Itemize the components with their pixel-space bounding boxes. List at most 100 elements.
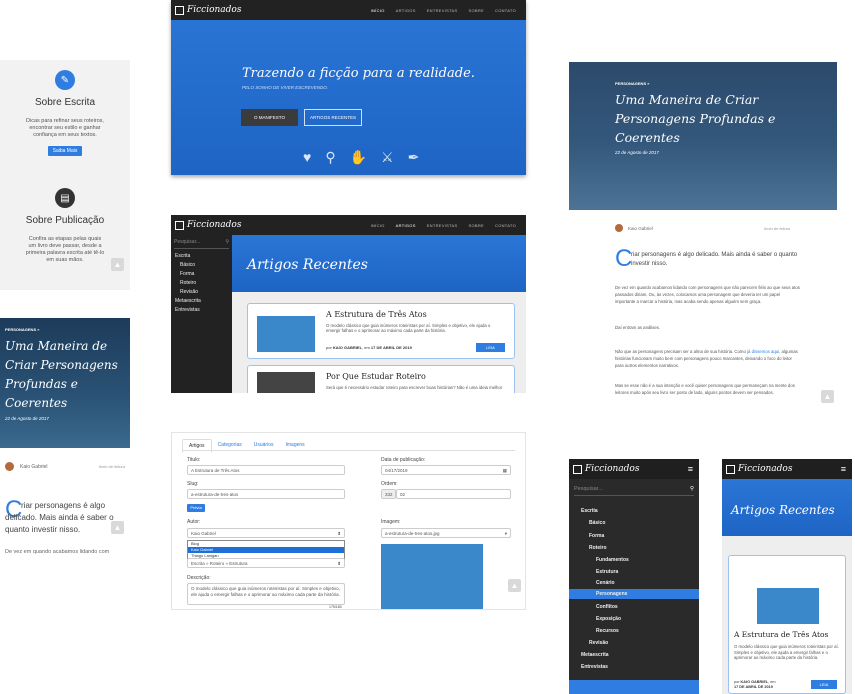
titulo-input[interactable]: A Estrutura de Três Atos [187,465,345,475]
search-input[interactable]: Pesquisar... ⚲ [574,486,694,496]
menu-item-personagens[interactable]: Personagens [596,591,627,597]
article-card[interactable]: A Estrutura de Três Atos O modelo clássi… [728,555,846,694]
autor-select[interactable]: Kaio Gabriel ⬍ [187,528,345,538]
nav-entrevistas[interactable]: ENTREVISTAS [427,8,458,13]
imagem-select[interactable]: a-estrutura-de-tres-atos.jpg ▾ [381,528,511,538]
article-excerpt: Será que é necessário estudar roteiro pa… [326,385,503,390]
sidebar-item-metaescrita[interactable]: Metaescrita [175,298,228,304]
category-sidebar: Pesquisar... ⚲ Escrita Básico Forma Rotei… [171,235,232,393]
brand-name: Ficcionados [585,464,640,474]
sidebar-item-escrita[interactable]: Escrita [175,253,228,259]
nav-artigos[interactable]: ARTIGOS [396,223,416,228]
brand-logo[interactable]: Ficcionados [573,464,639,474]
page-title: Artigos Recentes [247,257,368,273]
autor-label: Autor: [187,519,201,525]
menu-item-recursos[interactable]: Recursos [596,628,619,634]
calendar-icon[interactable]: ▦ [503,468,507,474]
nav-inicio[interactable]: INÍCIO [371,223,385,228]
menu-item-basico[interactable]: Básico [589,520,605,526]
nav-inicio[interactable]: INÍCIO [371,8,385,13]
hamburger-icon[interactable]: ≡ [688,464,693,474]
chevron-down-icon: ⬍ [337,531,341,536]
card-publicacao-title: Sobre Publicação [25,215,105,226]
nav-sobre[interactable]: SOBRE [468,8,484,13]
saiba-mais-button[interactable]: Saiba Mais [47,146,83,156]
card-publicacao: ▤ Sobre Publicação Confira as etapas pel… [0,188,130,264]
quill-icon: ✒ [407,149,420,165]
sidebar-item-roteiro[interactable]: Roteiro [180,280,228,286]
descricao-textarea[interactable]: O modelo clássico que guia inúmeros rote… [187,583,345,605]
menu-item-entrevistas[interactable]: Entrevistas [581,664,608,670]
search-icon[interactable]: ⚲ [690,486,694,495]
article-title[interactable]: A Estrutura de Três Atos [734,630,844,639]
post-category[interactable]: PERSONAGENS » [5,327,39,332]
article-card[interactable]: Por Que Estudar Roteiro Será que é neces… [247,365,515,393]
menu-item-fundamentos[interactable]: Fundamentos [596,557,629,563]
brand-logo[interactable]: Ficcionados [175,220,241,230]
imagem-label: Imagem: [381,519,401,525]
article-meta: por KAIO GABRIEL, em 17 DE ABRIL DE 2019 [326,345,412,350]
menu-item-escrita[interactable]: Escrita [581,508,598,514]
nav-artigos[interactable]: ARTIGOS [396,8,416,13]
post-category[interactable]: PERSONAGENS » [615,81,649,86]
sidebar-item-revisao[interactable]: Revisão [180,289,228,295]
categoria-select[interactable]: Escrita » Roteiro » Estrutura ⬍ [187,558,345,568]
imagem-value: a-estrutura-de-tres-atos.jpg [385,531,440,536]
nav-sobre[interactable]: SOBRE [468,223,484,228]
brand-logo[interactable]: Ficcionados [175,5,241,15]
page-header-band: Artigos Recentes [722,479,852,536]
logo-icon [175,5,184,15]
recent-articles-button[interactable]: ARTIGOS RECENTES [304,109,362,126]
author-name: Kaio Gabriel [628,225,653,231]
sidebar-item-entrevistas[interactable]: Entrevistas [175,307,228,313]
read-button[interactable]: LEIA [811,680,837,689]
article-title[interactable]: A Estrutura de Três Atos [326,310,427,319]
date-input[interactable]: 04/17/2019 ▦ [381,465,511,475]
home-hero-panel: Ficcionados INÍCIO ARTIGOS ENTREVISTAS S… [171,0,526,175]
sidebar-item-basico[interactable]: Básico [180,262,228,268]
top-navbar: Ficcionados INÍCIO ARTIGOS ENTREVISTAS S… [171,0,526,20]
nav-entrevistas[interactable]: ENTREVISTAS [427,223,458,228]
search-icon[interactable]: ⚲ [225,239,229,248]
ordem-input[interactable]: 02 [396,489,511,499]
sword-icon: ⚔ [381,149,394,165]
menu-item-metaescrita[interactable]: Metaescrita [581,652,609,658]
brand-logo[interactable]: Ficcionados [726,464,792,474]
scroll-top-button[interactable]: ▲ [111,258,124,271]
hero-icons: ♥ ⚲ ✋ ⚔ ✒ [303,149,419,166]
manifesto-button[interactable]: O MANIFESTO [241,109,298,126]
article-card[interactable]: A Estrutura de Três Atos O modelo clássi… [247,303,515,359]
search-input[interactable]: Pesquisar... ⚲ [174,239,229,249]
menu-item-exposicao[interactable]: Exposição [596,616,621,622]
menu-item-roteiro[interactable]: Roteiro [589,545,607,551]
nav-contato[interactable]: CONTATO [495,8,516,13]
menu-item-cenario[interactable]: Cenário [596,580,615,586]
menu-item-forma[interactable]: Forma [589,533,604,539]
drop-cap: C [615,245,633,272]
sidebar-item-forma[interactable]: Forma [180,271,228,277]
menu-item-conflitos[interactable]: Conflitos [596,604,618,610]
inline-link[interactable]: já dissemos aqui [747,349,779,354]
post-title: Uma Maneira de Criar Personagens Profund… [5,339,118,410]
image-preview [381,544,483,609]
avatar [5,462,14,471]
article-excerpt: O modelo clássico que guia inúmeros rote… [326,323,491,333]
post-lead: riar personagens é algo delicado. Mais a… [631,252,798,267]
slug-input[interactable]: a-estrutura-de-tres-atos [187,489,345,499]
read-button[interactable]: LEIA [476,343,505,352]
post-mobile-panel: PERSONAGENS » Uma Maneira de Criar Perso… [0,318,130,558]
autor-value: Kaio Gabriel [191,531,216,536]
reading-time: 6min de leitura [98,464,125,469]
menu-item-estrutura[interactable]: Estrutura [596,569,618,575]
autor-dropdown: Blog Kaio Gabriel Thiago Lanigan [187,540,345,560]
scroll-top-button[interactable]: ▲ [111,521,124,534]
preview-button[interactable]: Prévia [187,504,205,512]
scroll-top-button[interactable]: ▲ [821,390,834,403]
nav-contato[interactable]: CONTATO [495,223,516,228]
menu-item-revisao[interactable]: Revisão [589,640,608,646]
ordem-label: Ordem: [381,481,398,487]
scroll-top-button[interactable]: ▲ [508,579,521,592]
hamburger-icon[interactable]: ≡ [841,464,846,474]
post-paragraph: Mas se esse não é a sua intenção e você … [615,383,795,395]
article-title[interactable]: Por Que Estudar Roteiro [326,372,426,381]
